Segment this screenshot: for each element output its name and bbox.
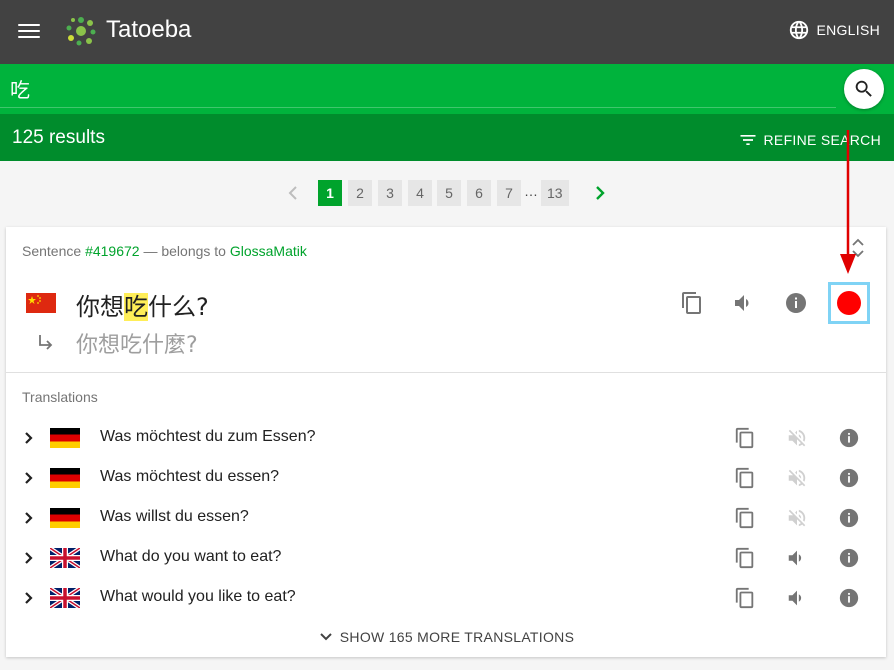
refine-search-button[interactable]: REFINE SEARCH: [738, 130, 881, 150]
audio-unavailable-icon: [784, 505, 810, 531]
record-icon: [837, 291, 861, 315]
pagination-ellipsis: …: [524, 183, 538, 199]
translations-heading: Translations: [22, 389, 98, 405]
refine-search-label: REFINE SEARCH: [763, 132, 881, 148]
info-icon[interactable]: [836, 545, 862, 571]
page-3[interactable]: 3: [378, 180, 402, 206]
page-2[interactable]: 2: [348, 180, 372, 206]
copy-icon[interactable]: [732, 505, 758, 531]
germany-flag-icon: [50, 428, 80, 448]
language-label: ENGLISH: [816, 22, 880, 38]
audio-unavailable-icon: [784, 425, 810, 451]
page-4[interactable]: 4: [408, 180, 432, 206]
show-more-label: SHOW 165 MORE TRANSLATIONS: [339, 629, 575, 645]
brand-name[interactable]: Tatoeba: [106, 16, 191, 44]
results-bar: 125 results REFINE SEARCH: [0, 114, 894, 161]
page-1[interactable]: 1: [318, 180, 342, 206]
sentence-card: Sentence #419672 — belongs to GlossaMati…: [6, 227, 886, 657]
translation-text[interactable]: What do you want to eat?: [100, 548, 281, 566]
page-13[interactable]: 13: [541, 180, 569, 206]
sentence-text-after: 什么?: [148, 293, 209, 321]
annotation-arrow-icon: [840, 130, 856, 274]
top-app-bar: Tatoeba ENGLISH: [0, 0, 894, 64]
uk-flag-icon: [50, 588, 80, 608]
next-page-icon[interactable]: [590, 182, 610, 204]
copy-icon[interactable]: [732, 585, 758, 611]
divider: [6, 372, 886, 373]
page-7[interactable]: 7: [497, 180, 521, 206]
tatoeba-logo-icon[interactable]: [64, 14, 98, 48]
search-button[interactable]: [844, 69, 884, 109]
translation-text[interactable]: Was möchtest du essen?: [100, 468, 279, 486]
sentence-id-link[interactable]: #419672: [85, 243, 140, 259]
sentence-meta-middle: — belongs to: [139, 243, 230, 259]
info-icon[interactable]: [783, 290, 809, 316]
chevron-right-icon[interactable]: [22, 591, 36, 605]
audio-unavailable-icon: [784, 465, 810, 491]
sentence-text-before: 你想: [76, 293, 124, 321]
copy-icon[interactable]: [679, 290, 705, 316]
copy-icon[interactable]: [732, 465, 758, 491]
globe-icon: [790, 20, 809, 40]
china-flag-icon: [26, 293, 56, 313]
page-6[interactable]: 6: [467, 180, 491, 206]
translation-row: What do you want to eat?: [6, 538, 886, 578]
previous-page-icon[interactable]: [283, 182, 303, 204]
search-icon: [855, 80, 872, 97]
transcription-text: 你想吃什麼?: [76, 333, 198, 358]
chevron-right-icon[interactable]: [22, 431, 36, 445]
info-icon[interactable]: [836, 465, 862, 491]
chevron-right-icon[interactable]: [22, 471, 36, 485]
main-sentence[interactable]: 你想吃什么?: [76, 287, 209, 322]
menu-icon[interactable]: [18, 21, 40, 43]
record-button[interactable]: [828, 282, 870, 324]
info-icon[interactable]: [836, 585, 862, 611]
audio-icon[interactable]: [731, 290, 757, 316]
translation-row: Was möchtest du essen?: [6, 458, 886, 498]
chevron-right-icon[interactable]: [22, 511, 36, 525]
translation-row: Was willst du essen?: [6, 498, 886, 538]
audio-icon[interactable]: [784, 545, 810, 571]
translation-text[interactable]: Was willst du essen?: [100, 508, 249, 526]
language-selector[interactable]: ENGLISH: [788, 19, 880, 41]
germany-flag-icon: [50, 468, 80, 488]
page-5[interactable]: 5: [437, 180, 461, 206]
search-input[interactable]: [0, 70, 836, 108]
translation-text[interactable]: What would you like to eat?: [100, 588, 296, 606]
translation-row: Was möchtest du zum Essen?: [6, 418, 886, 458]
results-count: 125 results: [12, 127, 105, 148]
germany-flag-icon: [50, 508, 80, 528]
audio-icon[interactable]: [784, 585, 810, 611]
translation-row: What would you like to eat?: [6, 578, 886, 618]
uk-flag-icon: [50, 548, 80, 568]
pagination: 1 2 3 4 5 6 7 … 13: [0, 180, 894, 206]
filter-icon: [740, 135, 756, 145]
search-bar: [0, 64, 894, 114]
search-highlight: 吃: [124, 293, 148, 321]
sentence-meta: Sentence #419672 — belongs to GlossaMati…: [22, 243, 307, 259]
copy-icon[interactable]: [732, 545, 758, 571]
show-more-translations-button[interactable]: SHOW 165 MORE TRANSLATIONS: [6, 629, 886, 645]
copy-icon[interactable]: [732, 425, 758, 451]
chevron-down-icon: [320, 633, 332, 641]
translation-text[interactable]: Was möchtest du zum Essen?: [100, 428, 316, 446]
chevron-right-icon[interactable]: [22, 551, 36, 565]
owner-link[interactable]: GlossaMatik: [230, 243, 307, 259]
sentence-meta-prefix: Sentence: [22, 243, 86, 259]
info-icon[interactable]: [836, 425, 862, 451]
transcription-arrow-icon: [39, 335, 53, 350]
info-icon[interactable]: [836, 505, 862, 531]
